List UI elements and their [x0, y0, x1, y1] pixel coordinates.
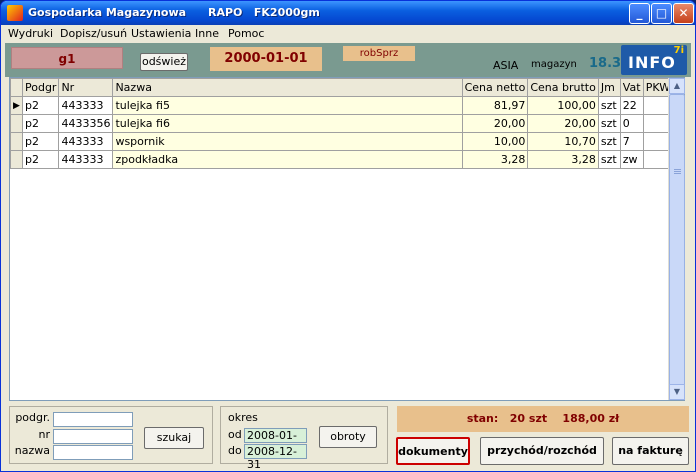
scroll-down-icon[interactable]: ▼: [669, 384, 685, 400]
title-bar[interactable]: Gospodarka Magazynowa RAPO FK2000gm _ □ …: [1, 1, 695, 25]
inout-button[interactable]: przychód/rozchód: [480, 437, 604, 465]
cell-vat[interactable]: zw: [619, 150, 644, 169]
stock-status: stan: 20 szt 188,00 zł: [397, 406, 689, 432]
cell-podgr[interactable]: p2: [21, 150, 60, 169]
period-label: okres: [228, 411, 258, 424]
cell-cena-brutto[interactable]: 100,00: [527, 96, 599, 115]
column-header-cena-brutto[interactable]: Cena brutto: [527, 78, 599, 97]
grip-line: [674, 171, 681, 172]
podgr-label: podgr.: [15, 411, 50, 424]
row-indicator: [10, 150, 23, 169]
close-button[interactable]: ✕: [673, 3, 694, 24]
cell-jm[interactable]: szt: [597, 150, 621, 169]
vertical-scrollbar[interactable]: ▲ ▼: [668, 78, 685, 400]
cell-nr[interactable]: 443333: [58, 132, 114, 151]
products-table: Podgr Nr Nazwa Cena netto Cena brutto Jm…: [10, 78, 685, 169]
search-button[interactable]: szukaj: [144, 427, 204, 449]
grip-line: [674, 169, 681, 170]
cell-cena-netto[interactable]: 81,97: [461, 96, 529, 115]
warehouse-label: magazyn: [531, 59, 577, 70]
row-indicator-header: [10, 78, 23, 97]
header-panel: g1 odśwież 2000-01-01 robSprz ASIA magaz…: [5, 43, 691, 77]
do-date-input[interactable]: 2008-12-31: [244, 444, 307, 471]
cell-vat[interactable]: 7: [619, 132, 644, 151]
cell-nazwa[interactable]: wspornik: [112, 132, 463, 151]
nazwa-label: nazwa: [14, 444, 50, 457]
menu-pomoc[interactable]: Pomoc: [228, 27, 264, 40]
search-panel: podgr. nr nazwa szukaj: [9, 406, 213, 464]
cell-podgr[interactable]: p2: [21, 132, 60, 151]
table-row[interactable]: p2 4433356 tulejka fi6 20,00 20,00 szt 0: [10, 114, 685, 133]
table-row[interactable]: p2 443333 wspornik 10,00 10,70 szt 7: [10, 132, 685, 151]
cell-nazwa[interactable]: zpodkładka: [112, 150, 463, 169]
row-indicator: [10, 114, 23, 133]
menu-inne[interactable]: Inne: [195, 27, 219, 40]
column-header-nr[interactable]: Nr: [58, 78, 114, 97]
row-indicator: [10, 132, 23, 151]
menu-wydruki[interactable]: Wydruki: [8, 27, 53, 40]
cell-nr[interactable]: 443333: [58, 150, 114, 169]
minimize-button[interactable]: _: [629, 3, 650, 24]
column-header-cena-netto[interactable]: Cena netto: [461, 78, 529, 97]
scroll-up-icon[interactable]: ▲: [669, 78, 685, 94]
cell-cena-brutto[interactable]: 10,70: [527, 132, 599, 151]
cell-cena-brutto[interactable]: 3,28: [527, 150, 599, 169]
menu-dopisz-usun[interactable]: Dopisz/usuń: [60, 27, 127, 40]
refresh-button[interactable]: odśwież: [140, 53, 188, 71]
cell-nazwa[interactable]: tulejka fi5: [112, 96, 463, 115]
group-indicator: g1: [11, 47, 123, 69]
nazwa-input[interactable]: [53, 445, 133, 460]
cell-jm[interactable]: szt: [597, 96, 621, 115]
cell-cena-netto[interactable]: 20,00: [461, 114, 529, 133]
cell-nazwa[interactable]: tulejka fi6: [112, 114, 463, 133]
nr-input[interactable]: [53, 429, 133, 444]
products-grid[interactable]: Podgr Nr Nazwa Cena netto Cena brutto Jm…: [9, 77, 685, 401]
nr-label: nr: [38, 428, 51, 441]
warehouse-number: 18.3: [589, 56, 622, 71]
window-subtitle: RAPO FK2000gm: [208, 6, 320, 19]
main-window: Gospodarka Magazynowa RAPO FK2000gm _ □ …: [0, 0, 696, 472]
grip-line: [674, 173, 681, 174]
cell-jm[interactable]: szt: [597, 132, 621, 151]
od-date-input[interactable]: 2008-01-01: [244, 428, 307, 455]
documents-button[interactable]: dokumenty: [396, 437, 470, 465]
app-icon: [7, 5, 23, 21]
cell-nr[interactable]: 4433356: [58, 114, 114, 133]
cell-podgr[interactable]: p2: [21, 96, 60, 115]
maximize-button[interactable]: □: [651, 3, 672, 24]
window-title: Gospodarka Magazynowa: [28, 6, 187, 19]
logo-text: INFO: [628, 53, 676, 72]
turnover-button[interactable]: obroty: [319, 426, 377, 448]
current-date: 2000-01-01: [210, 47, 322, 71]
row-indicator-icon: ▶: [10, 96, 23, 115]
table-header-row: Podgr Nr Nazwa Cena netto Cena brutto Jm…: [10, 78, 685, 97]
column-header-vat[interactable]: Vat: [619, 78, 644, 97]
column-header-podgr[interactable]: Podgr: [21, 78, 60, 97]
invoice-button[interactable]: na fakturę: [612, 437, 689, 465]
cell-cena-netto[interactable]: 10,00: [461, 132, 529, 151]
period-panel: okres od 2008-01-01 do 2008-12-31 obroty: [220, 406, 388, 471]
od-label: od: [228, 428, 242, 441]
cell-vat[interactable]: 22: [619, 96, 644, 115]
info-logo: 7i INFO: [621, 45, 687, 75]
user-badge: robSprz: [343, 46, 415, 61]
do-label: do: [228, 444, 242, 457]
cell-podgr[interactable]: p2: [21, 114, 60, 133]
cell-nr[interactable]: 443333: [58, 96, 114, 115]
table-row[interactable]: ▶ p2 443333 tulejka fi5 81,97 100,00 szt…: [10, 96, 685, 115]
scroll-thumb[interactable]: [669, 94, 685, 390]
column-header-nazwa[interactable]: Nazwa: [112, 78, 463, 97]
menu-ustawienia[interactable]: Ustawienia: [131, 27, 191, 40]
company-name: ASIA: [493, 59, 519, 72]
table-row[interactable]: p2 443333 zpodkładka 3,28 3,28 szt zw: [10, 150, 685, 169]
cell-cena-brutto[interactable]: 20,00: [527, 114, 599, 133]
cell-vat[interactable]: 0: [619, 114, 644, 133]
podgr-input[interactable]: [53, 412, 133, 427]
menu-bar: Wydruki Dopisz/usuń Ustawienia Inne Pomo…: [1, 25, 695, 43]
cell-cena-netto[interactable]: 3,28: [461, 150, 529, 169]
column-header-jm[interactable]: Jm: [597, 78, 621, 97]
cell-jm[interactable]: szt: [597, 114, 621, 133]
